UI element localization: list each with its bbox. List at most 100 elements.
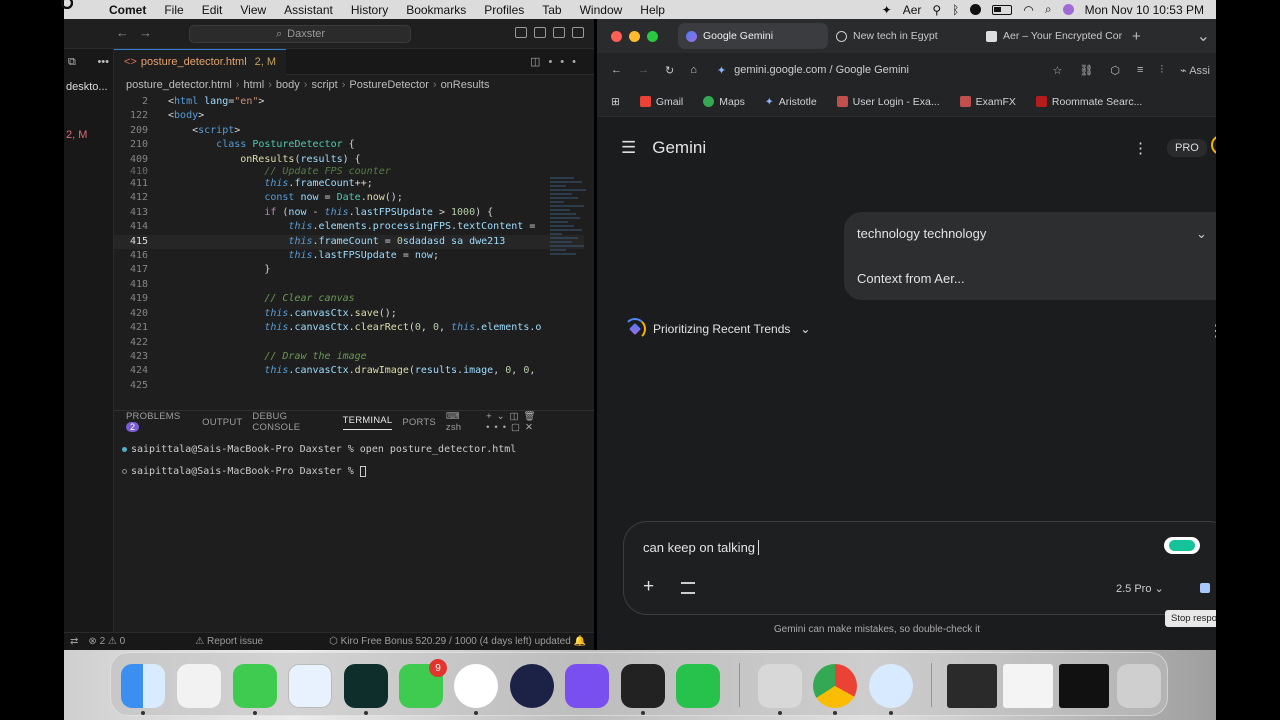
poker-app-icon[interactable]: [454, 664, 498, 715]
menu-assistant[interactable]: Assistant: [275, 3, 342, 17]
toggle-panel-icon[interactable]: [553, 27, 565, 38]
chrome-icon[interactable]: [813, 664, 857, 715]
eclipse-icon[interactable]: [510, 664, 554, 708]
breadcrumb-html[interactable]: html: [243, 79, 264, 91]
add-attachment-icon[interactable]: +: [643, 576, 654, 598]
close-window-button[interactable]: [611, 30, 622, 42]
nav-arrows-icon[interactable]: ←→: [116, 25, 162, 40]
terminal-output[interactable]: saipittala@Sais-MacBook-Pro Daxster % op…: [114, 433, 594, 483]
more-actions-icon[interactable]: •••: [97, 56, 109, 68]
facetime-icon[interactable]: 9: [399, 659, 447, 708]
tab-new-tech-egypt[interactable]: New tech in Egypt: [828, 23, 978, 49]
sidebar-folder-item[interactable]: deskto...: [64, 81, 113, 93]
breadcrumb-class[interactable]: PostureDetector: [349, 79, 428, 91]
menu-history[interactable]: History: [342, 3, 397, 17]
siri-icon[interactable]: [1062, 4, 1074, 15]
tab-problems[interactable]: PROBLEMS 2: [126, 411, 192, 433]
spotlight-search-icon[interactable]: ⌕: [1045, 2, 1052, 17]
problems-status[interactable]: ⊗ 2 ⚠ 0: [88, 636, 125, 647]
prompt-input-text[interactable]: can keep on talking: [643, 540, 760, 555]
home-icon[interactable]: ⌂: [690, 64, 697, 76]
menubar-clock[interactable]: Mon Nov 10 10:53 PM: [1085, 3, 1204, 17]
extensions-icon[interactable]: ⬡: [1110, 64, 1120, 77]
tab-ports[interactable]: PORTS: [402, 417, 436, 428]
bookmark-user-login[interactable]: User Login - Exa...: [836, 96, 940, 108]
kiro-status[interactable]: ⬡ Kiro Free Bonus 520.29 / 1000 (4 days …: [329, 636, 594, 647]
launchpad-icon[interactable]: [177, 664, 221, 708]
control-center-icon[interactable]: [61, 0, 73, 9]
audio-wave-icon[interactable]: ⫶: [1160, 64, 1163, 77]
menu-view[interactable]: View: [231, 3, 275, 17]
new-tab-button[interactable]: +: [1132, 28, 1141, 45]
quicktime-icon[interactable]: [869, 664, 913, 715]
window-thumbnail-terminal[interactable]: [1059, 664, 1109, 708]
tab-terminal[interactable]: TERMINAL: [342, 415, 393, 430]
breadcrumb-method[interactable]: onResults: [441, 79, 490, 91]
tools-icon[interactable]: [681, 582, 695, 594]
breadcrumb-script[interactable]: script: [311, 79, 337, 91]
trash-icon[interactable]: [1117, 664, 1161, 708]
finder-icon[interactable]: [121, 664, 165, 715]
ghost-app-icon[interactable]: [565, 664, 609, 708]
bookmark-star-icon[interactable]: ☆: [1053, 64, 1063, 77]
stop-response-button[interactable]: [1200, 583, 1210, 593]
menu-file[interactable]: File: [155, 3, 192, 17]
battery-icon[interactable]: [992, 4, 1013, 15]
bookmark-roommate[interactable]: Roommate Searc...: [1035, 96, 1142, 108]
tab-output[interactable]: OUTPUT: [202, 417, 242, 428]
tab-list-chevron-icon[interactable]: ⌄: [1197, 26, 1216, 46]
remote-icon[interactable]: ⇄: [70, 636, 78, 647]
reload-icon[interactable]: ↻: [665, 64, 674, 77]
tab-posture-detector[interactable]: <> posture_detector.html 2, M: [114, 48, 287, 75]
apps-grid-icon[interactable]: ⊞: [611, 96, 620, 108]
breadcrumb-file[interactable]: posture_detector.html: [126, 79, 232, 91]
safari-icon[interactable]: [288, 664, 332, 708]
wifi-icon[interactable]: ◠: [1023, 3, 1033, 17]
hamburger-menu-icon[interactable]: ☰: [621, 138, 636, 158]
model-selector[interactable]: 2.5 Pro ⌄: [1116, 582, 1164, 595]
new-file-icon[interactable]: ⧉: [68, 56, 76, 69]
comet-browser-icon[interactable]: [344, 664, 388, 715]
menu-lines-icon[interactable]: ≡: [1137, 64, 1143, 77]
cursor-app-icon[interactable]: [621, 664, 665, 715]
person-icon[interactable]: ⚲: [932, 3, 941, 17]
link-icon[interactable]: ⛓: [1079, 64, 1093, 77]
forward-icon[interactable]: →: [638, 64, 649, 76]
grammarly-icon[interactable]: [970, 4, 982, 15]
back-icon[interactable]: ←: [611, 64, 622, 76]
zoom-window-button[interactable]: [647, 30, 658, 42]
sidebar-file-status[interactable]: 2, M: [64, 129, 113, 141]
tab-aer[interactable]: Aer – Your Encrypted Cor: [978, 23, 1128, 49]
tab-debug-console[interactable]: DEBUG CONSOLE: [252, 411, 332, 433]
panel-actions[interactable]: +⌄◫🗑•••▢✕: [486, 411, 594, 433]
bluetooth-icon[interactable]: ᛒ: [952, 3, 959, 17]
sparkle-icon[interactable]: ✦: [882, 3, 892, 17]
menu-edit[interactable]: Edit: [193, 3, 232, 17]
window-thumbnail-document[interactable]: [1003, 664, 1053, 708]
split-editor-icon[interactable]: ◫•••: [530, 55, 594, 68]
menu-app-name[interactable]: Comet: [100, 3, 155, 17]
toggle-secondary-sidebar-icon[interactable]: [572, 27, 584, 38]
response-more-icon[interactable]: ⋮: [1208, 321, 1216, 341]
bookmark-examfx[interactable]: ExamFX: [959, 96, 1016, 108]
wechat-icon[interactable]: [676, 664, 720, 708]
grammarly-widget-icon[interactable]: [1164, 537, 1200, 554]
terminal-shell-selector[interactable]: ⌨ zsh: [446, 411, 476, 433]
menu-tab[interactable]: Tab: [533, 3, 570, 17]
tab-google-gemini[interactable]: Google Gemini: [678, 23, 828, 49]
breadcrumb-body[interactable]: body: [276, 79, 300, 91]
window-thumbnail-vscode[interactable]: [947, 664, 997, 708]
preview-icon[interactable]: [758, 664, 802, 715]
url-field[interactable]: ✦ gemini.google.com / Google Gemini: [717, 64, 909, 77]
menu-profiles[interactable]: Profiles: [475, 3, 533, 17]
toggle-sidebar-icon[interactable]: [534, 27, 546, 38]
messages-icon[interactable]: [233, 664, 277, 715]
minimize-window-button[interactable]: [629, 30, 640, 42]
more-options-icon[interactable]: ⋮: [1133, 139, 1148, 157]
avatar[interactable]: [1211, 135, 1216, 155]
menu-help[interactable]: Help: [631, 3, 674, 17]
bookmark-maps[interactable]: Maps: [703, 96, 745, 108]
bookmark-aristotle[interactable]: ✦ Aristotle: [765, 96, 817, 108]
assistant-button[interactable]: ⌁ Assi: [1180, 64, 1210, 77]
command-center-search[interactable]: ⌕ Daxster: [189, 25, 411, 43]
